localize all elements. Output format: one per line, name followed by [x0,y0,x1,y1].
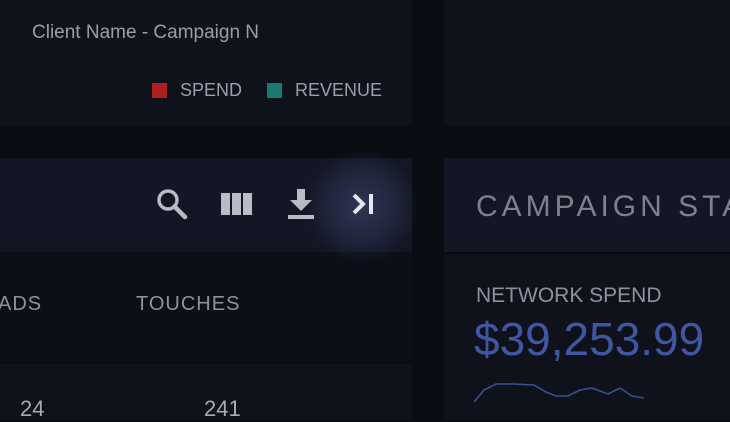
client-panel [444,0,730,126]
client-campaign-title: Client Name - Campaign N [32,22,260,43]
collapse-panel-icon [352,193,373,215]
search-icon [157,189,188,220]
legend-item-revenue[interactable]: REVENUE [267,80,382,101]
legend-item-spend[interactable]: SPEND [152,80,242,101]
legend-label: SPEND [180,80,243,100]
network-spend-value: $39,253.99 [474,313,705,365]
column-header-touches[interactable]: TOUCHES [136,293,240,316]
spend-sparkline [474,383,644,403]
search-button[interactable] [154,186,190,222]
legend-swatch-spend [152,83,167,98]
download-button[interactable] [283,186,319,222]
columns-button[interactable] [219,186,255,222]
cell-ads: 24 [20,396,45,421]
stats-title: CAMPAIGN STA [476,190,730,223]
column-header-ads[interactable]: ADS [0,293,42,316]
cell-touches: 241 [204,396,241,421]
legend-label: REVENUE [295,80,383,100]
chart-panel [0,0,412,126]
collapse-panel-button[interactable] [346,186,382,222]
download-icon [288,189,314,219]
network-spend-label: NETWORK SPEND [476,284,662,307]
legend-swatch-revenue [267,83,282,98]
columns-icon [221,193,252,215]
